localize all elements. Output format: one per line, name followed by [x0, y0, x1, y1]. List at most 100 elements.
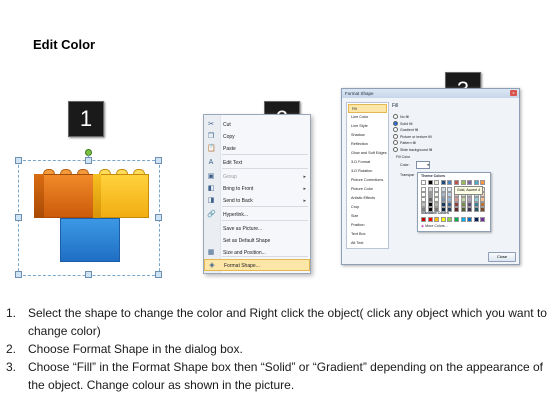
resize-handle-br[interactable]	[155, 271, 162, 278]
category-picture-color[interactable]: Picture Color	[348, 185, 387, 194]
resize-handle-bl[interactable]	[15, 271, 22, 278]
color-swatch[interactable]	[440, 180, 446, 185]
color-swatch[interactable]	[447, 180, 453, 185]
menu-item-cut[interactable]: ✂ Cut	[204, 119, 310, 131]
category-line-color[interactable]: Line Color	[348, 113, 387, 122]
menu-item-label: Edit Text	[223, 160, 243, 166]
menu-item-edit-text[interactable]: A Edit Text	[204, 157, 310, 169]
standard-color-swatch[interactable]	[427, 217, 433, 222]
standard-color-swatch[interactable]	[454, 217, 459, 222]
menu-item-save-as-picture[interactable]: Save as Picture...	[204, 223, 310, 235]
resize-handle-mr[interactable]	[155, 214, 162, 221]
step-number: 1.	[6, 306, 17, 320]
bring-front-icon: ◧	[207, 185, 215, 192]
standard-color-swatch[interactable]	[447, 217, 453, 222]
category-line-style[interactable]: Line Style	[348, 122, 387, 131]
yellow-brick-side	[93, 174, 101, 218]
category-position[interactable]: Position	[348, 221, 387, 230]
color-swatch[interactable]	[447, 207, 453, 212]
transparency-label: Transpar	[400, 173, 415, 177]
menu-item-send-to-back[interactable]: ◨ Send to Back ▸	[204, 195, 310, 207]
color-swatch[interactable]	[467, 180, 473, 185]
category-text-box[interactable]: Text Box	[348, 230, 387, 239]
color-swatch[interactable]	[460, 207, 466, 212]
menu-item-copy[interactable]: ❐ Copy	[204, 131, 310, 143]
radio-icon	[393, 140, 398, 145]
radio-icon	[393, 127, 398, 132]
resize-handle-tr[interactable]	[155, 157, 162, 164]
menu-item-format-shape[interactable]: ◈ Format Shape...	[204, 259, 310, 271]
instruction-step: 1. Select the shape to change the color a…	[6, 304, 554, 340]
color-swatch[interactable]	[473, 180, 479, 185]
menu-item-bring-to-front[interactable]: ◧ Bring to Front ▸	[204, 183, 310, 195]
group-icon: ▣	[207, 173, 215, 180]
category-artistic-effects[interactable]: Artistic Effects	[348, 194, 387, 203]
category-3-d-format[interactable]: 3-D Format	[348, 158, 387, 167]
close-button[interactable]: Close	[488, 252, 516, 262]
fill-option-solid-fill[interactable]: Solid fill	[393, 120, 412, 127]
menu-item-label: Copy	[223, 134, 235, 140]
close-icon[interactable]: x	[510, 90, 517, 96]
lego-shape-group[interactable]	[15, 149, 162, 278]
menu-item-label: Group	[223, 174, 237, 180]
color-swatch[interactable]	[434, 180, 440, 185]
category-shadow[interactable]: Shadow	[348, 131, 387, 140]
standard-color-swatch[interactable]	[440, 217, 446, 222]
color-swatch[interactable]	[421, 180, 426, 185]
menu-item-hyperlink[interactable]: 🔗 Hyperlink...	[204, 209, 310, 221]
more-colors-link[interactable]: ◉ More Colors...	[421, 224, 448, 228]
color-swatch[interactable]	[467, 207, 473, 212]
resize-handle-tl[interactable]	[15, 157, 22, 164]
standard-color-swatch[interactable]	[473, 217, 479, 222]
category-3-d-rotation[interactable]: 3-D Rotation	[348, 167, 387, 176]
resize-handle-tc[interactable]	[85, 157, 92, 164]
standard-color-swatch[interactable]	[467, 217, 473, 222]
fill-option-picture-or-texture-fill[interactable]: Picture or texture fill	[393, 133, 432, 140]
menu-item-group[interactable]: ▣ Group ▸	[204, 171, 310, 183]
color-swatch[interactable]	[454, 207, 459, 212]
fill-option-slide-background-fill[interactable]: Slide background fill	[393, 146, 433, 153]
category-alt-text[interactable]: Alt Text	[348, 239, 387, 248]
instructions-list: 1. Select the shape to change the color a…	[6, 304, 554, 394]
standard-color-swatch[interactable]	[421, 217, 426, 222]
color-swatch[interactable]	[454, 180, 459, 185]
step-text: Choose “Fill” in the Format Shape box th…	[28, 360, 543, 392]
radio-icon	[393, 120, 398, 126]
color-swatch[interactable]	[421, 207, 426, 212]
category-reflection[interactable]: Reflection	[348, 140, 387, 149]
step-text: Select the shape to change the color and…	[28, 306, 547, 338]
standard-color-swatch[interactable]	[480, 217, 486, 222]
category-fill[interactable]: Fill	[348, 104, 387, 113]
menu-item-size-and-position[interactable]: ▦ Size and Position...	[204, 247, 310, 259]
yellow-brick[interactable]	[93, 174, 149, 218]
fill-option-label: No fill	[400, 115, 409, 119]
color-swatch[interactable]	[427, 180, 433, 185]
menu-item-paste[interactable]: 📋 Paste	[204, 143, 310, 155]
fill-option-label: Slide background fill	[400, 147, 433, 152]
category-crop[interactable]: Crop	[348, 203, 387, 212]
resize-handle-ml[interactable]	[15, 214, 22, 221]
category-picture-corrections[interactable]: Picture Corrections	[348, 176, 387, 185]
color-swatch[interactable]	[473, 207, 479, 212]
fill-color-label: Fill Color	[396, 155, 411, 159]
color-swatch[interactable]	[434, 207, 440, 212]
color-dropdown[interactable]: ▾	[416, 161, 430, 169]
edit-text-icon: A	[208, 159, 214, 166]
resize-handle-bc[interactable]	[85, 271, 92, 278]
color-swatch[interactable]	[460, 180, 466, 185]
fill-option-no-fill[interactable]: No fill	[393, 114, 409, 120]
fill-option-pattern-fill[interactable]: Pattern fill	[393, 140, 416, 146]
fill-option-gradient-fill[interactable]: Gradient fill	[393, 127, 418, 133]
color-swatch[interactable]	[480, 207, 486, 212]
menu-item-set-as-default-shape[interactable]: Set as Default Shape	[204, 235, 310, 247]
color-swatch[interactable]	[427, 207, 433, 212]
blue-brick[interactable]	[60, 218, 120, 262]
standard-color-swatch[interactable]	[460, 217, 466, 222]
color-swatch[interactable]	[480, 180, 486, 185]
copy-icon: ❐	[207, 133, 215, 140]
color-swatch[interactable]	[440, 207, 446, 212]
standard-color-swatch[interactable]	[434, 217, 440, 222]
category-glow-and-soft-edges[interactable]: Glow and Soft Edges	[348, 149, 387, 158]
category-size[interactable]: Size	[348, 212, 387, 221]
fill-option-label: Gradient fill	[400, 128, 419, 132]
